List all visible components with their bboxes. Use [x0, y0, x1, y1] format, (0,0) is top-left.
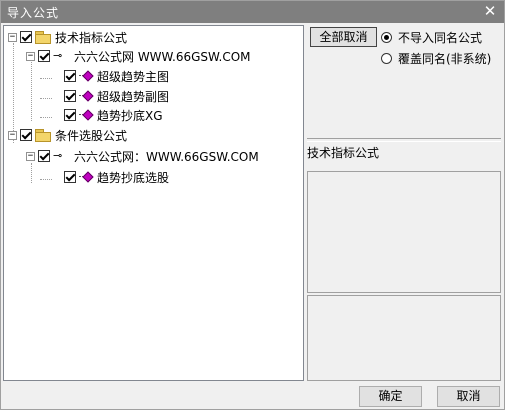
radio-no-import-duplicates[interactable]: 不导入同名公式 — [381, 29, 482, 46]
tree-node-label: 技术指标公式 — [55, 30, 128, 45]
tree-item-trend-bottom-select[interactable]: 趋势抄底选股 — [64, 168, 169, 186]
radio-overwrite-duplicates[interactable]: 覆盖同名(非系统) — [381, 50, 491, 67]
checkbox-super-trend-sub[interactable] — [64, 90, 76, 102]
radio-button[interactable] — [381, 53, 392, 64]
import-formula-dialog: 导入公式 ✕ − 技术指标公式 − ⊸ 六六公式网 WWW.66GSW.COM … — [0, 0, 505, 410]
checkbox-stock-selection[interactable] — [20, 129, 32, 141]
tree-item-label: 超级趋势主图 — [97, 69, 170, 84]
tree-node-source-66gsw[interactable]: − ⊸ 六六公式网 WWW.66GSW.COM — [26, 47, 251, 65]
title-bar[interactable]: 导入公式 ✕ — [1, 1, 504, 23]
radio-button[interactable] — [381, 32, 392, 43]
formula-tree[interactable]: − 技术指标公式 − ⊸ 六六公式网 WWW.66GSW.COM 超级趋势主图 … — [3, 25, 304, 381]
checkbox-source-66gsw-2[interactable] — [38, 150, 50, 162]
tree-item-super-trend-main[interactable]: 超级趋势主图 — [64, 67, 169, 85]
tree-node-source-66gsw-2[interactable]: − ⊸ 六六公式网：WWW.66GSW.COM — [26, 147, 259, 165]
tree-node-label: 六六公式网 WWW.66GSW.COM — [74, 49, 251, 64]
tree-guide-line — [40, 117, 52, 118]
checkbox-trend-bottom-xg[interactable] — [64, 109, 76, 121]
collapse-toggle[interactable]: − — [8, 130, 17, 140]
deselect-all-button[interactable]: 全部取消 — [310, 27, 377, 47]
tree-node-technical-indicators[interactable]: − 技术指标公式 — [8, 28, 127, 46]
checkbox-source-66gsw[interactable] — [38, 50, 50, 62]
formula-description-box[interactable] — [307, 171, 501, 293]
ok-button[interactable]: 确定 — [359, 386, 422, 407]
tree-node-label: 条件选股公式 — [55, 128, 128, 143]
tree-item-super-trend-sub[interactable]: 超级趋势副图 — [64, 87, 169, 105]
tree-item-label: 超级趋势副图 — [97, 89, 170, 104]
collapse-toggle[interactable]: − — [26, 151, 35, 161]
close-icon[interactable]: ✕ — [482, 3, 498, 19]
divider — [307, 138, 501, 142]
checkbox-super-trend-main[interactable] — [64, 70, 76, 82]
tree-guide-line — [40, 98, 52, 99]
tree-guide-line — [31, 62, 32, 121]
cancel-button[interactable]: 取消 — [437, 386, 500, 407]
formula-icon — [79, 90, 93, 102]
formula-icon — [79, 70, 93, 82]
collapse-toggle[interactable]: − — [8, 32, 17, 42]
radio-label: 不导入同名公式 — [398, 31, 483, 45]
tree-guide-line — [40, 179, 52, 180]
formula-icon — [79, 109, 93, 121]
checkbox-trend-bottom-select[interactable] — [64, 171, 76, 183]
radio-label: 覆盖同名(非系统) — [398, 52, 492, 66]
key-icon: ⊸ — [53, 149, 63, 162]
formula-category-label: 技术指标公式 — [307, 146, 380, 160]
key-icon: ⊸ — [53, 49, 63, 62]
formula-notes-box[interactable] — [307, 295, 501, 381]
tree-guide-line — [40, 78, 52, 79]
formula-icon — [79, 171, 93, 183]
tree-item-trend-bottom-xg[interactable]: 趋势抄底XG — [64, 106, 163, 124]
folder-icon — [35, 129, 51, 142]
tree-node-stock-selection[interactable]: − 条件选股公式 — [8, 126, 127, 144]
tree-item-label: 趋势抄底XG — [97, 108, 163, 123]
checkbox-technical-indicators[interactable] — [20, 31, 32, 43]
tree-node-label: 六六公式网：WWW.66GSW.COM — [74, 149, 259, 164]
tree-guide-line — [31, 163, 32, 183]
folder-icon — [35, 31, 51, 44]
tree-item-label: 趋势抄底选股 — [97, 170, 170, 185]
dialog-title: 导入公式 — [7, 6, 60, 20]
collapse-toggle[interactable]: − — [26, 51, 35, 61]
